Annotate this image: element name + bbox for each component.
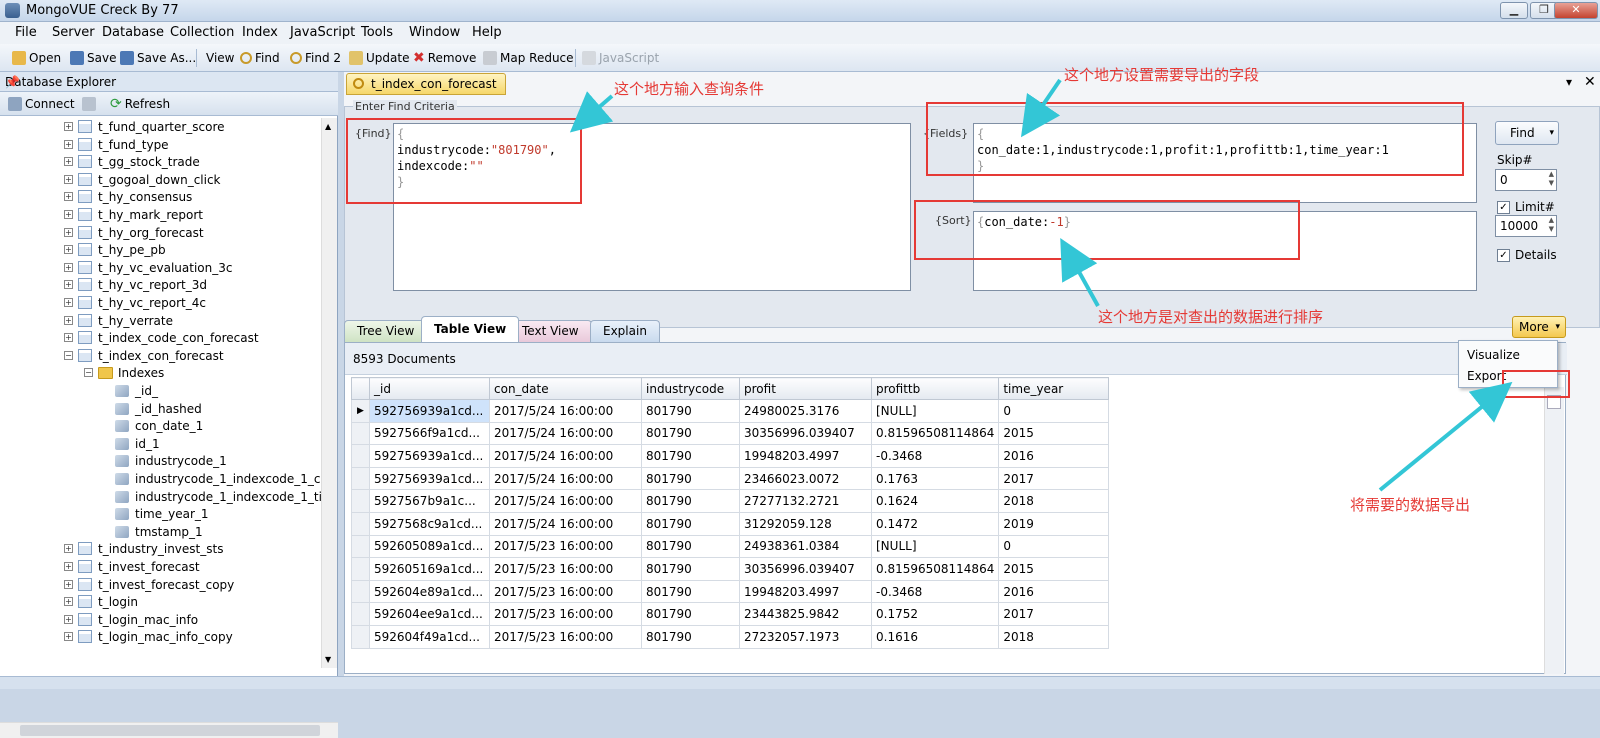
fields-annotation: 这个地方设置需要导出的字段	[1064, 66, 1260, 84]
export-arrow	[1378, 381, 1513, 492]
annotation-arrows	[569, 78, 1513, 492]
fields-arrow	[1020, 78, 1062, 138]
sort-annotation: 这个地方是对查出的数据进行排序	[1098, 308, 1324, 326]
find-annotation: 这个地方输入查询条件	[614, 80, 765, 98]
export-annotation: 将需要的数据导出	[1350, 496, 1471, 514]
status-bar	[0, 676, 1600, 689]
tab-table-view[interactable]: Table View	[421, 316, 520, 342]
find-arrow	[569, 91, 614, 133]
tree-horizontal-scrollbar[interactable]	[0, 722, 338, 738]
scroll-thumb[interactable]	[20, 725, 320, 736]
tab-table-view-label: Table View	[434, 322, 507, 336]
sort-arrow	[1060, 238, 1100, 307]
